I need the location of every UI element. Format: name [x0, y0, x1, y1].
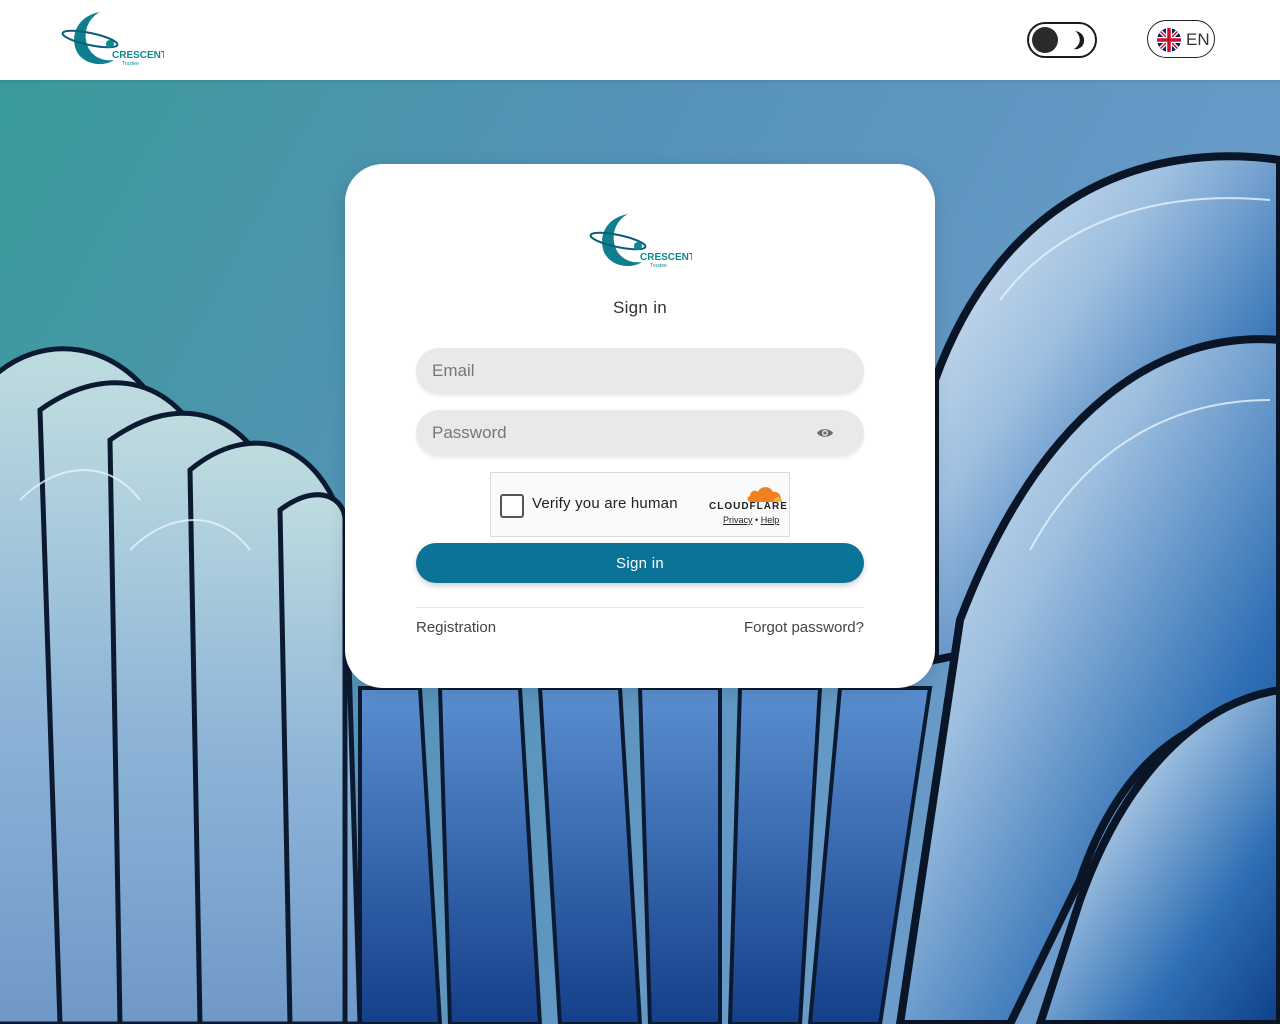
dark-mode-toggle[interactable]	[1027, 22, 1097, 58]
language-label: EN	[1186, 30, 1210, 49]
show-password-icon[interactable]	[816, 425, 834, 441]
logo-sub: Trustee	[650, 263, 667, 269]
password-field[interactable]	[416, 410, 864, 456]
divider	[416, 607, 864, 608]
logo-word: CRESCENT	[112, 50, 164, 61]
crescent-logo[interactable]: CRESCENT Trustee	[60, 10, 164, 68]
sign-in-button[interactable]: Sign in	[416, 543, 864, 583]
moon-icon	[1074, 31, 1085, 50]
link-separator: •	[755, 515, 759, 525]
verify-checkbox[interactable]	[500, 494, 524, 518]
email-field[interactable]	[416, 348, 864, 394]
cloudflare-brand: CLOUDFLARE	[709, 501, 788, 512]
logo-sub: Trustee	[122, 61, 139, 67]
toggle-knob	[1032, 27, 1058, 53]
captcha-links: Privacy • Help	[723, 515, 779, 525]
page-title: Sign in	[612, 298, 668, 317]
captcha-label: Verify you are human	[532, 495, 678, 512]
top-bar: CRESCENT Trustee EN	[0, 0, 1280, 80]
forgot-password-link[interactable]: Forgot password?	[744, 619, 864, 636]
language-selector[interactable]: EN	[1147, 20, 1215, 58]
privacy-link[interactable]: Privacy	[723, 515, 753, 525]
crescent-logo: CRESCENT Trustee	[589, 214, 692, 269]
registration-link[interactable]: Registration	[416, 619, 496, 636]
uk-flag-icon	[1157, 28, 1181, 52]
sign-in-card: CRESCENT Trustee Sign in Verify you are …	[345, 164, 935, 688]
help-link[interactable]: Help	[761, 515, 780, 525]
logo-word: CRESCENT	[640, 252, 692, 263]
cloudflare-captcha: Verify you are human CLOUDFLARE Privacy …	[490, 472, 790, 537]
